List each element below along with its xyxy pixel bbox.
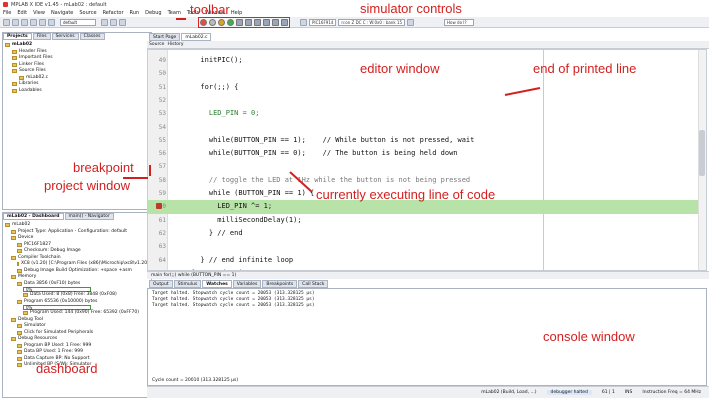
print-line-arrow	[504, 87, 541, 96]
exec-line-callout: currently executing line of code	[316, 187, 496, 202]
dashboard-callout: dashboard	[36, 361, 98, 376]
breakpoint-callout: breakpoint	[73, 160, 134, 175]
project-callout: project window	[44, 178, 130, 193]
console-callout: console window	[543, 329, 635, 344]
editor-callout: editor window	[360, 61, 440, 76]
toolbar-callout: toolbar	[190, 2, 230, 17]
simulator-callout: simulator controls	[360, 1, 462, 16]
exec-line-arrow	[289, 171, 313, 193]
print-line-callout: end of printed line	[533, 61, 637, 76]
